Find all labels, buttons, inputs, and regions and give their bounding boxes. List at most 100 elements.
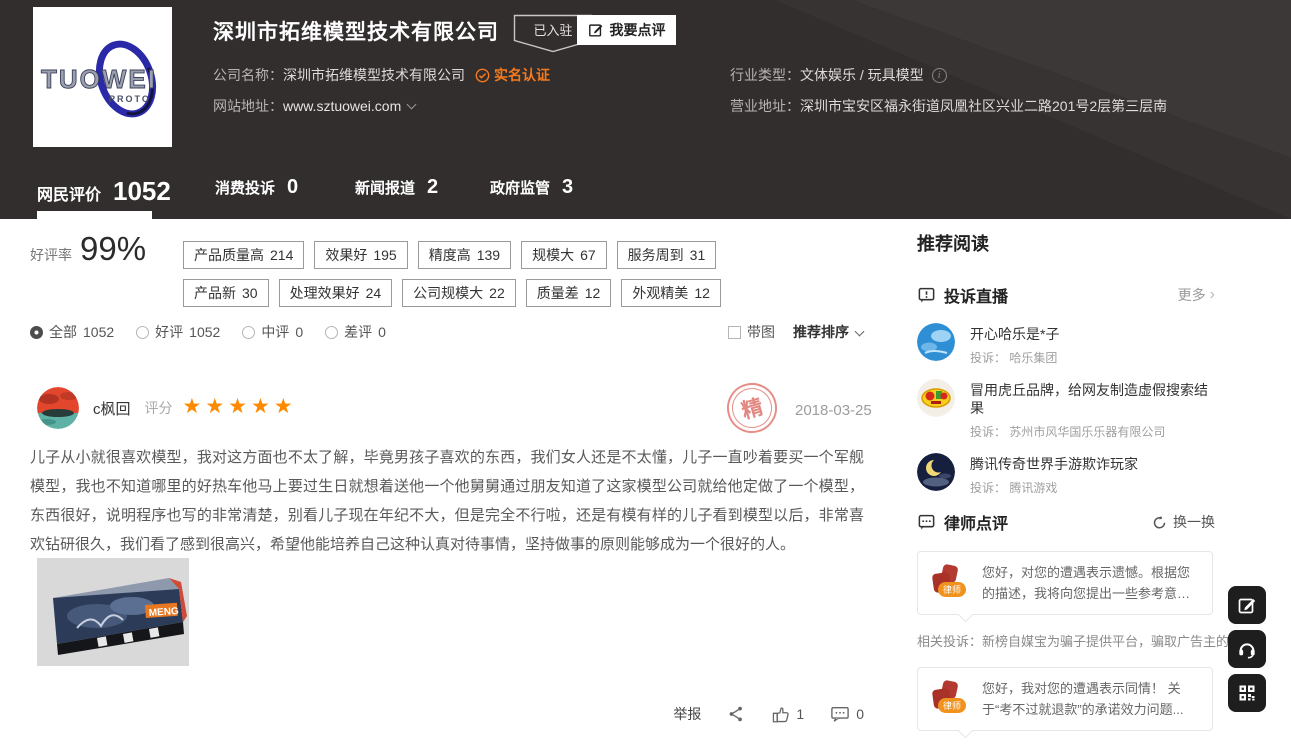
tab-netizen-reviews[interactable]: 网民评价 1052 (37, 176, 171, 207)
headset-icon (1236, 638, 1258, 660)
write-review-label: 我要点评 (610, 20, 666, 40)
report-button[interactable]: 举报 (673, 704, 701, 724)
live-item-hale[interactable]: 开心哈乐是*子 投诉： 哈乐集团 (917, 323, 1215, 366)
filter-all[interactable]: 全部 1052 (30, 322, 114, 342)
company-logo: TUOWEI PROTO (33, 7, 172, 147)
tag-attentive-service[interactable]: 服务周到31 (617, 241, 717, 269)
tag-count: 30 (242, 285, 258, 301)
lawyer-card-1[interactable]: 律师 您好，对您的遭遇表示遗憾。根据您的描述，我将向您提出一些参考意见。 ... (917, 551, 1213, 615)
tag-label: 精度高 (429, 247, 471, 263)
tab-news-reports[interactable]: 新闻报道 2 (355, 176, 438, 199)
tag-good-effect[interactable]: 效果好195 (314, 241, 407, 269)
compose-icon (1237, 595, 1257, 615)
with-image-checkbox[interactable]: 带图 (728, 322, 775, 342)
radio-icon (242, 326, 255, 339)
active-tab-underline (37, 211, 152, 219)
tuowei-logo-graphic: TUOWEI PROTO (33, 7, 172, 147)
lawyer-badge: 律师 (938, 582, 966, 597)
radio-selected-icon (30, 326, 43, 339)
lawyer-avatar: 律师 (932, 681, 968, 717)
company-name-row: 公司名称： 深圳市拓维模型技术有限公司 实名认证 (213, 65, 550, 85)
refresh-link[interactable]: 换一换 (1152, 512, 1215, 532)
live-item-subtitle: 投诉： 苏州市风华国乐乐器有限公司 (970, 423, 1215, 440)
filter-label: 中评 (261, 322, 289, 342)
tag-label: 处理效果好 (290, 285, 360, 301)
floating-customer-service-button[interactable] (1228, 630, 1266, 668)
tag-high-precision[interactable]: 精度高139 (418, 241, 511, 269)
floating-qrcode-button[interactable] (1228, 674, 1266, 712)
live-item-tencent[interactable]: 腾讯传奇世界手游欺诈玩家 投诉： 腾讯游戏 (917, 453, 1215, 496)
share-icon (727, 705, 745, 723)
thumbs-up-icon (771, 705, 790, 724)
filter-count: 1052 (189, 324, 220, 340)
live-item-title: 开心哈乐是*子 (970, 323, 1059, 343)
filter-right-group: 带图 推荐排序 (728, 322, 863, 342)
like-button[interactable]: 1 (771, 705, 804, 724)
review-photo-thumbnail[interactable]: MENG (37, 558, 189, 666)
filter-neutral[interactable]: 中评 0 (242, 322, 303, 342)
tag-poor-quality[interactable]: 质量差12 (526, 279, 612, 307)
tag-count: 214 (270, 247, 293, 263)
filter-negative[interactable]: 差评 0 (325, 322, 386, 342)
comment-button[interactable]: 0 (830, 705, 864, 723)
reviewer-username[interactable]: c枫回 (93, 398, 131, 419)
tag-good-handling[interactable]: 处理效果好24 (279, 279, 393, 307)
related-complaint-link[interactable]: 相关投诉：新榜自媒宝为骗子提供平台，骗取广告主的钱 (917, 631, 1215, 650)
comment-count: 0 (856, 706, 864, 722)
tag-label: 效果好 (325, 247, 367, 263)
chevron-down-icon[interactable] (407, 99, 417, 109)
refresh-label: 换一换 (1173, 512, 1215, 532)
tab-government-supervision[interactable]: 政府监管 3 (490, 176, 573, 199)
lawyer-card-2[interactable]: 律师 您好，我对您的遭遇表示同情！ 关于“考不过就退款”的承诺效力问题... (917, 667, 1213, 731)
page-title: 深圳市拓维模型技术有限公司 (213, 16, 499, 46)
sort-dropdown[interactable]: 推荐排序 (793, 322, 863, 342)
company-name-value: 深圳市拓维模型技术有限公司 (283, 65, 465, 85)
live-item-title: 冒用虎丘品牌，给网友制造虚假搜索结果 (970, 379, 1215, 417)
tag-product-quality[interactable]: 产品质量高 214 (183, 241, 304, 269)
lawyer-bubble-icon (917, 513, 936, 532)
write-review-button[interactable]: 我要点评 (577, 15, 676, 45)
complaint-bubble-icon (917, 286, 936, 305)
positive-rate: 好评率 99% (30, 230, 146, 268)
positive-rate-label: 好评率 (30, 245, 72, 265)
tag-label: 外观精美 (632, 285, 688, 301)
chevron-right-icon: › (1210, 287, 1215, 303)
live-complaints-title: 投诉直播 (944, 283, 1008, 307)
tag-count: 31 (690, 247, 706, 263)
live-item-title: 腾讯传奇世界手游欺诈玩家 (970, 453, 1138, 473)
more-link[interactable]: 更多 › (1178, 285, 1215, 305)
complaint-target: 腾讯游戏 (1009, 481, 1057, 495)
comment-icon (830, 705, 850, 723)
stamp-character: 精 (727, 383, 776, 432)
live-item-huqiu[interactable]: 冒用虎丘品牌，给网友制造虚假搜索结果 投诉： 苏州市风华国乐乐器有限公司 (917, 379, 1215, 440)
filter-label: 全部 (49, 322, 77, 342)
tag-large-scale[interactable]: 规模大67 (521, 241, 607, 269)
model-box-photo-graphic: MENG (37, 558, 189, 666)
live-item-subtitle: 投诉： 腾讯游戏 (970, 479, 1138, 496)
lawyer-comments-title: 律师点评 (944, 510, 1008, 534)
check-circle-icon (475, 68, 490, 83)
industry-label: 行业类型： (730, 65, 800, 85)
info-icon[interactable]: i (932, 68, 947, 83)
tab-consumer-complaints[interactable]: 消费投诉 0 (215, 176, 298, 199)
tag-label: 产品质量高 (194, 247, 264, 263)
website-link[interactable]: www.sztuowei.com (283, 98, 401, 114)
logo-text-main: TUOWEI (41, 64, 157, 94)
tag-label: 产品新 (194, 285, 236, 301)
live-item-subtitle: 投诉： 哈乐集团 (970, 349, 1059, 366)
filter-positive[interactable]: 好评 1052 (136, 322, 220, 342)
tag-beautiful-appearance[interactable]: 外观精美12 (621, 279, 721, 307)
tab-label: 网民评价 (37, 181, 101, 205)
verified-badge: 实名认证 (475, 65, 550, 85)
tab-count: 1052 (113, 176, 171, 207)
tab-label: 消费投诉 (215, 177, 275, 198)
complaint-target: 苏州市风华国乐乐器有限公司 (1009, 425, 1165, 439)
share-button[interactable] (727, 705, 745, 723)
reviewer-avatar[interactable] (37, 387, 79, 429)
lawyer-card-text: 您好，对您的遭遇表示遗憾。根据您的描述，我将向您提出一些参考意见。 ... (982, 562, 1200, 604)
tag-new-product[interactable]: 产品新 30 (183, 279, 269, 307)
floating-write-review-button[interactable] (1228, 586, 1266, 624)
tab-label: 政府监管 (490, 177, 550, 198)
tag-big-company[interactable]: 公司规模大22 (402, 279, 516, 307)
tab-count: 2 (427, 176, 438, 199)
